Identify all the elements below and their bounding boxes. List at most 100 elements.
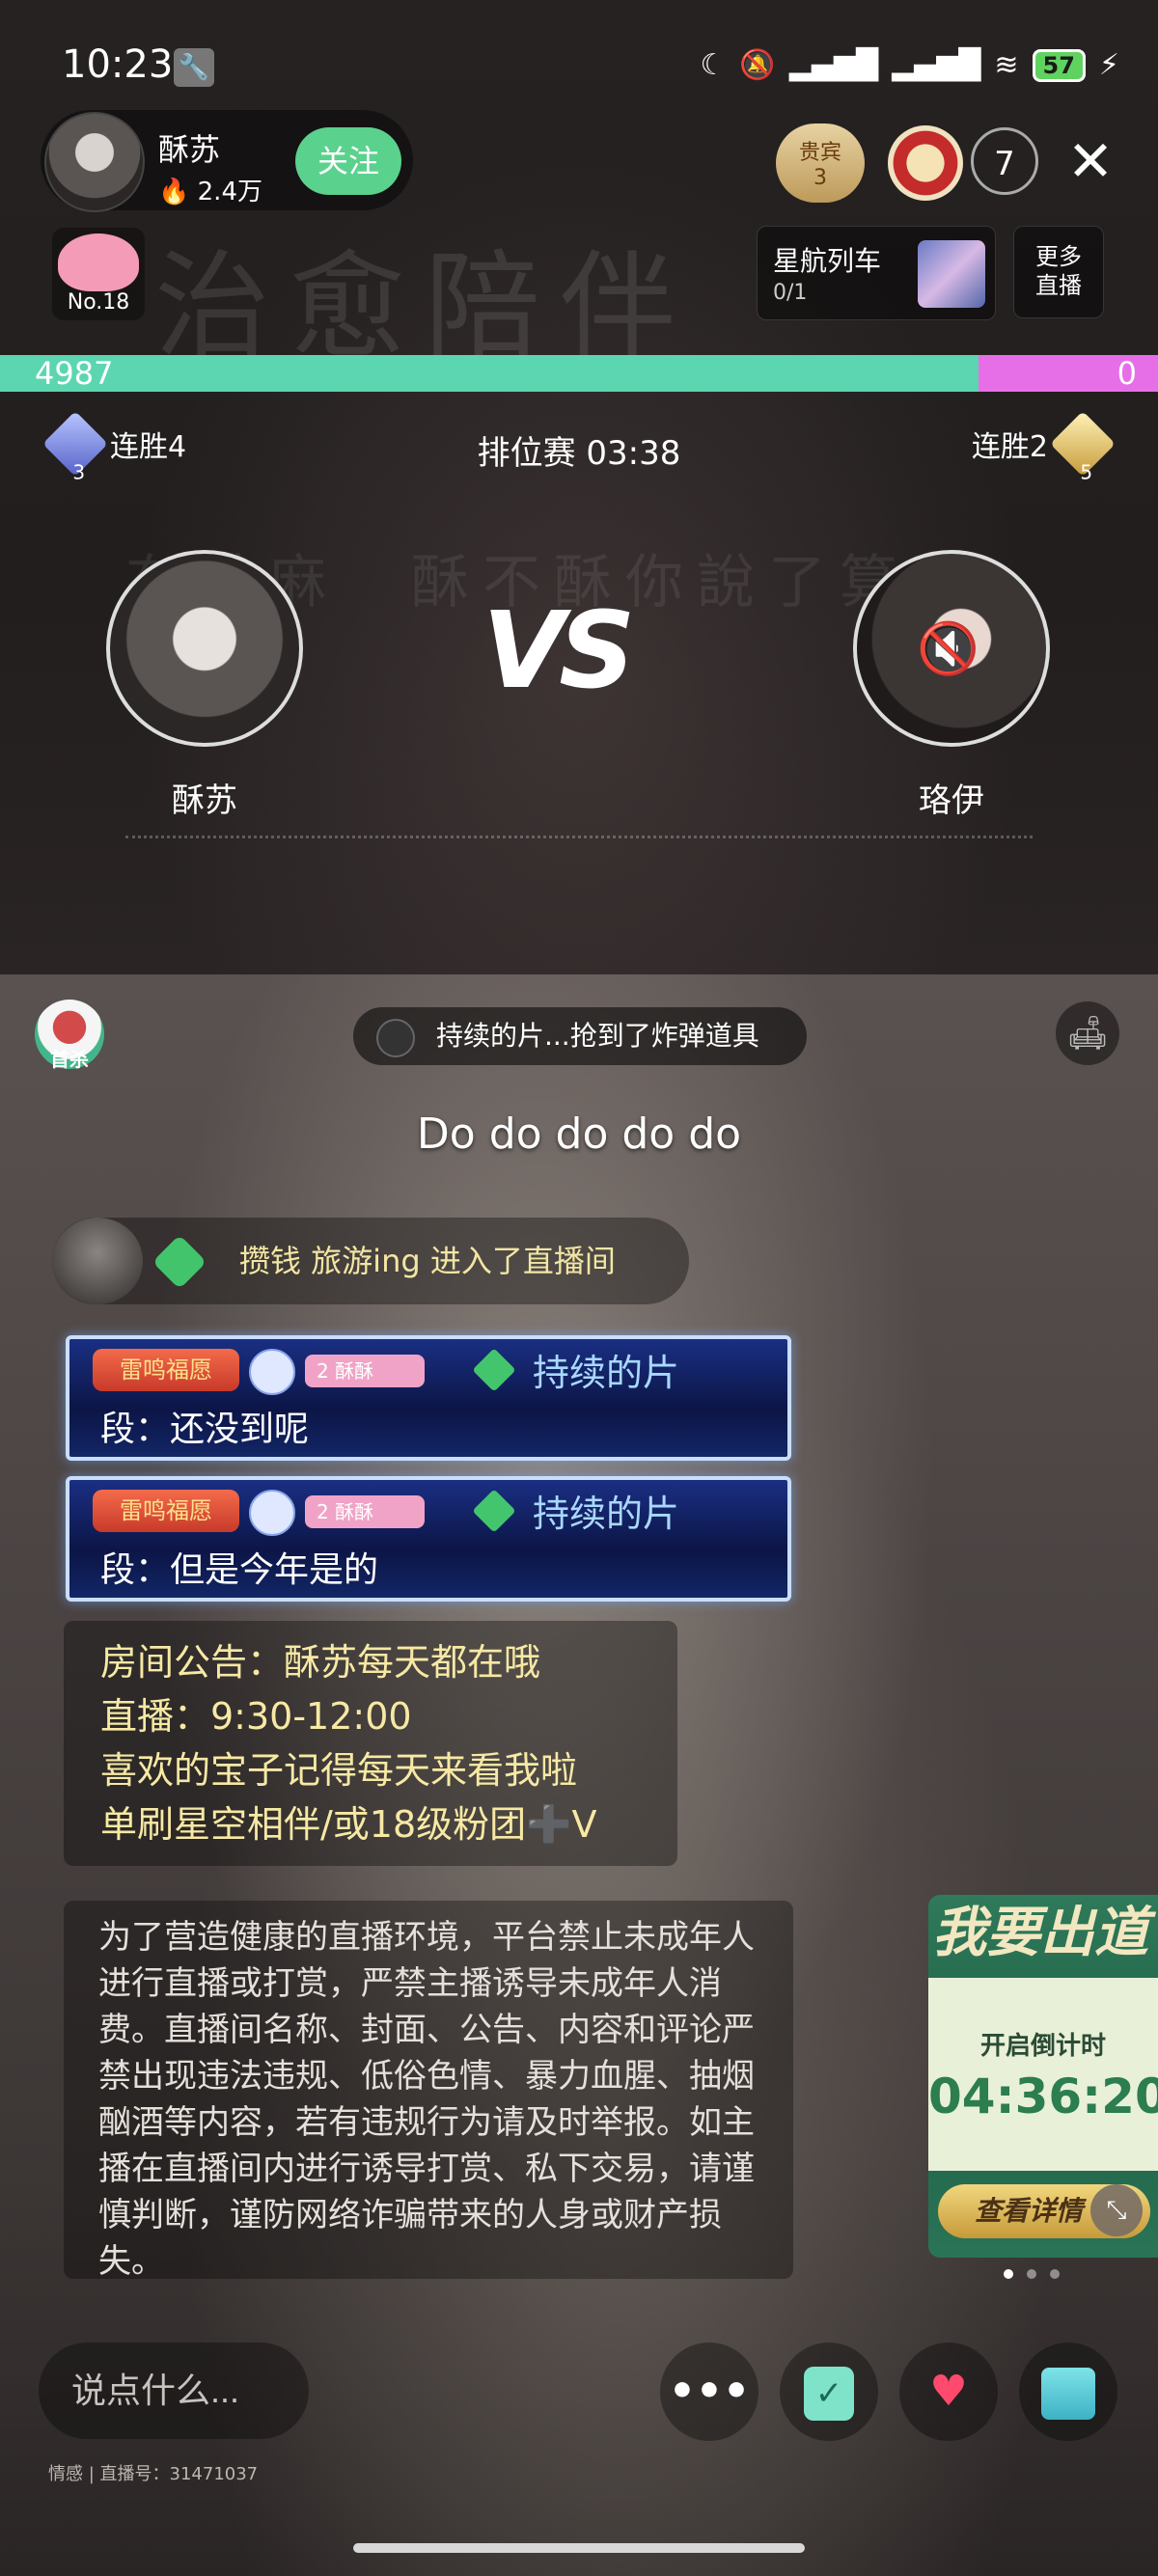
follow-button[interactable]: 关注 (295, 127, 401, 195)
level-badge-icon (249, 1349, 295, 1395)
vip-seats-button[interactable]: 贵宾 3 (776, 123, 865, 203)
carousel-dot (1027, 2269, 1036, 2279)
bomb-notice-text: 持续的片...抢到了炸弹道具 (436, 1020, 759, 1052)
event-title: 我要出道 (932, 1901, 1148, 1964)
more-live-button[interactable]: 更多 直播 (1013, 226, 1104, 318)
comment-input[interactable] (39, 2343, 309, 2439)
rank-flower-icon (58, 233, 139, 291)
bomb-notice: 持续的片...抢到了炸弹道具 (353, 1007, 807, 1065)
rank-number: No.18 (67, 290, 130, 315)
announcement-line: 房间公告：酥苏每天都在哦 (100, 1641, 541, 1684)
vs-label: VS (482, 589, 635, 712)
battery-icon: 57 (1032, 48, 1086, 82)
live-room-id: 情感 | 直播号：31471037 (48, 2464, 259, 2484)
viewer-count[interactable]: 7 (971, 127, 1038, 195)
room-announcement: 房间公告：酥苏每天都在哦 直播：9:30-12:00 喜欢的宝子记得每天来看我啦… (64, 1621, 677, 1866)
carousel-dot-active (1004, 2269, 1013, 2279)
status-icons: ☾ 🔕 ▂▄▆█ ▂▄▆█ ≋ 57 ⚡ (701, 48, 1119, 82)
left-score-fill (0, 355, 979, 392)
chat-username[interactable]: 持续的片 (533, 1343, 679, 1396)
charging-icon: ⚡ (1098, 48, 1119, 82)
heart-button[interactable]: ♥ (899, 2343, 998, 2441)
gift-button[interactable] (1019, 2343, 1117, 2441)
level-badge-icon (249, 1490, 295, 1536)
popularity-value: 2.4万 (197, 178, 262, 206)
more-dots-icon: ••• (668, 2367, 751, 2416)
debut-event-card[interactable]: 我要出道 开启倒计时 04:36:20 查看详情 ⤡ (928, 1895, 1158, 2258)
vip-count: 3 (813, 166, 827, 190)
audio-wave (125, 836, 1033, 840)
carousel-dot (1050, 2269, 1060, 2279)
chat-username[interactable]: 持续的片 (533, 1484, 679, 1537)
vip-label: 贵宾 (798, 141, 841, 165)
left-anchor-name: 酥苏 (172, 781, 237, 820)
close-icon[interactable]: ✕ (1062, 127, 1119, 195)
heart-icon: ♥ (929, 2367, 968, 2416)
mute-bell-icon: 🔕 (739, 48, 776, 82)
left-anchor-avatar[interactable] (106, 550, 303, 747)
fan-badge-name: 酥酥 (335, 1359, 374, 1383)
wrench-icon: 🔧 (174, 48, 214, 87)
train-count: 0/1 (773, 281, 808, 305)
countdown-label: 开启倒计时 (979, 2032, 1106, 2061)
collapse-icon[interactable]: ⤡ (1090, 2184, 1143, 2236)
carousel-dots (1004, 2269, 1060, 2279)
status-bar: 10:23 🔧 ☾ 🔕 ▂▄▆█ ▂▄▆█ ≋ 57 ⚡ (0, 39, 1158, 96)
train-title: 星航列车 (773, 245, 882, 277)
announcement-line: 直播：9:30-12:00 (100, 1695, 412, 1738)
right-streak-label: 连胜2 (971, 430, 1048, 464)
fan-badge-name: 酥酥 (335, 1500, 374, 1523)
fan-club-badge: 2 酥酥 (305, 1355, 425, 1387)
star-train-widget[interactable]: 星航列车 0/1 (757, 226, 996, 320)
speaker-muted-icon[interactable]: 🔇 (917, 619, 979, 678)
gift-icon (1041, 2368, 1095, 2420)
home-indicator[interactable] (353, 2543, 805, 2553)
pk-score-bar: 4987 0 (0, 355, 1158, 392)
gold-gem-icon: 5 (1050, 411, 1116, 483)
calendar-check-icon: ✓ (804, 2367, 854, 2421)
chat-text: 段：还没到呢 (100, 1410, 310, 1449)
lottery-badge: 雷鸣福愿 (93, 1490, 239, 1532)
more-live-label-2: 直播 (1035, 272, 1082, 299)
moon-icon: ☾ (700, 48, 727, 82)
countdown-timer: 04:36:20 (928, 2069, 1158, 2124)
left-score: 4987 (35, 355, 114, 392)
green-diamond-icon (472, 1489, 516, 1533)
song-title: Do do do do do (416, 1110, 742, 1159)
lottery-badge: 雷鸣福愿 (93, 1349, 239, 1391)
train-image (918, 240, 985, 308)
chat-message[interactable]: 雷鸣福愿 2 酥酥 持续的片 段：但是今年是的 (66, 1476, 791, 1602)
chat-message[interactable]: 雷鸣福愿 2 酥酥 持续的片 段：还没到呢 (66, 1335, 791, 1461)
status-time: 10:23 (62, 42, 174, 87)
first-kill-badge[interactable]: 首杀 (35, 1000, 104, 1071)
signal-2-icon: ▂▄▆█ (892, 48, 981, 82)
right-anchor-name: 珞伊 (919, 781, 984, 820)
green-diamond-icon (152, 1234, 207, 1290)
enter-notice: 攒钱 旅游ing 进入了直播间 (52, 1218, 689, 1304)
rules-text: 为了营造健康的直播环境，平台禁止未成年人进行直播或打赏，严禁主播诱导未成年人消费… (98, 1918, 755, 2281)
flame-icon: 🔥 (158, 178, 190, 206)
gift-ranking-icon[interactable] (888, 125, 963, 201)
fan-level: 2 (317, 1359, 329, 1383)
more-options-button[interactable]: ••• (660, 2343, 758, 2441)
entering-user-avatar[interactable] (52, 1218, 143, 1304)
more-live-label-1: 更多 (1035, 243, 1082, 270)
checkin-button[interactable]: ✓ (780, 2343, 878, 2441)
enter-notice-text: 攒钱 旅游ing 进入了直播间 (239, 1243, 616, 1279)
signal-icon: ▂▄▆█ (788, 48, 879, 82)
anchor-avatar[interactable] (44, 112, 145, 212)
fan-level: 2 (317, 1500, 329, 1523)
platform-rules-notice: 为了营造健康的直播环境，平台禁止未成年人进行直播或打赏，严禁主播诱导未成年人消费… (64, 1901, 793, 2281)
hourly-rank-badge[interactable]: No.18 (52, 228, 145, 320)
green-diamond-icon (472, 1348, 516, 1392)
right-streak-level: 5 (1080, 460, 1093, 484)
wifi-icon: ≋ (994, 48, 1019, 82)
sofa-icon[interactable]: 🛋 (1056, 1001, 1119, 1065)
bomb-icon (376, 1019, 415, 1057)
right-win-streak: 连胜2 5 (971, 411, 1116, 483)
announcement-line: 单刷星空相伴/或18级粉团➕V (100, 1803, 597, 1846)
announcement-line: 喜欢的宝子记得每天来看我啦 (100, 1749, 578, 1792)
anchor-popularity: 🔥 2.4万 (158, 172, 262, 207)
fan-club-badge: 2 酥酥 (305, 1495, 425, 1528)
right-score: 0 (1117, 355, 1137, 392)
